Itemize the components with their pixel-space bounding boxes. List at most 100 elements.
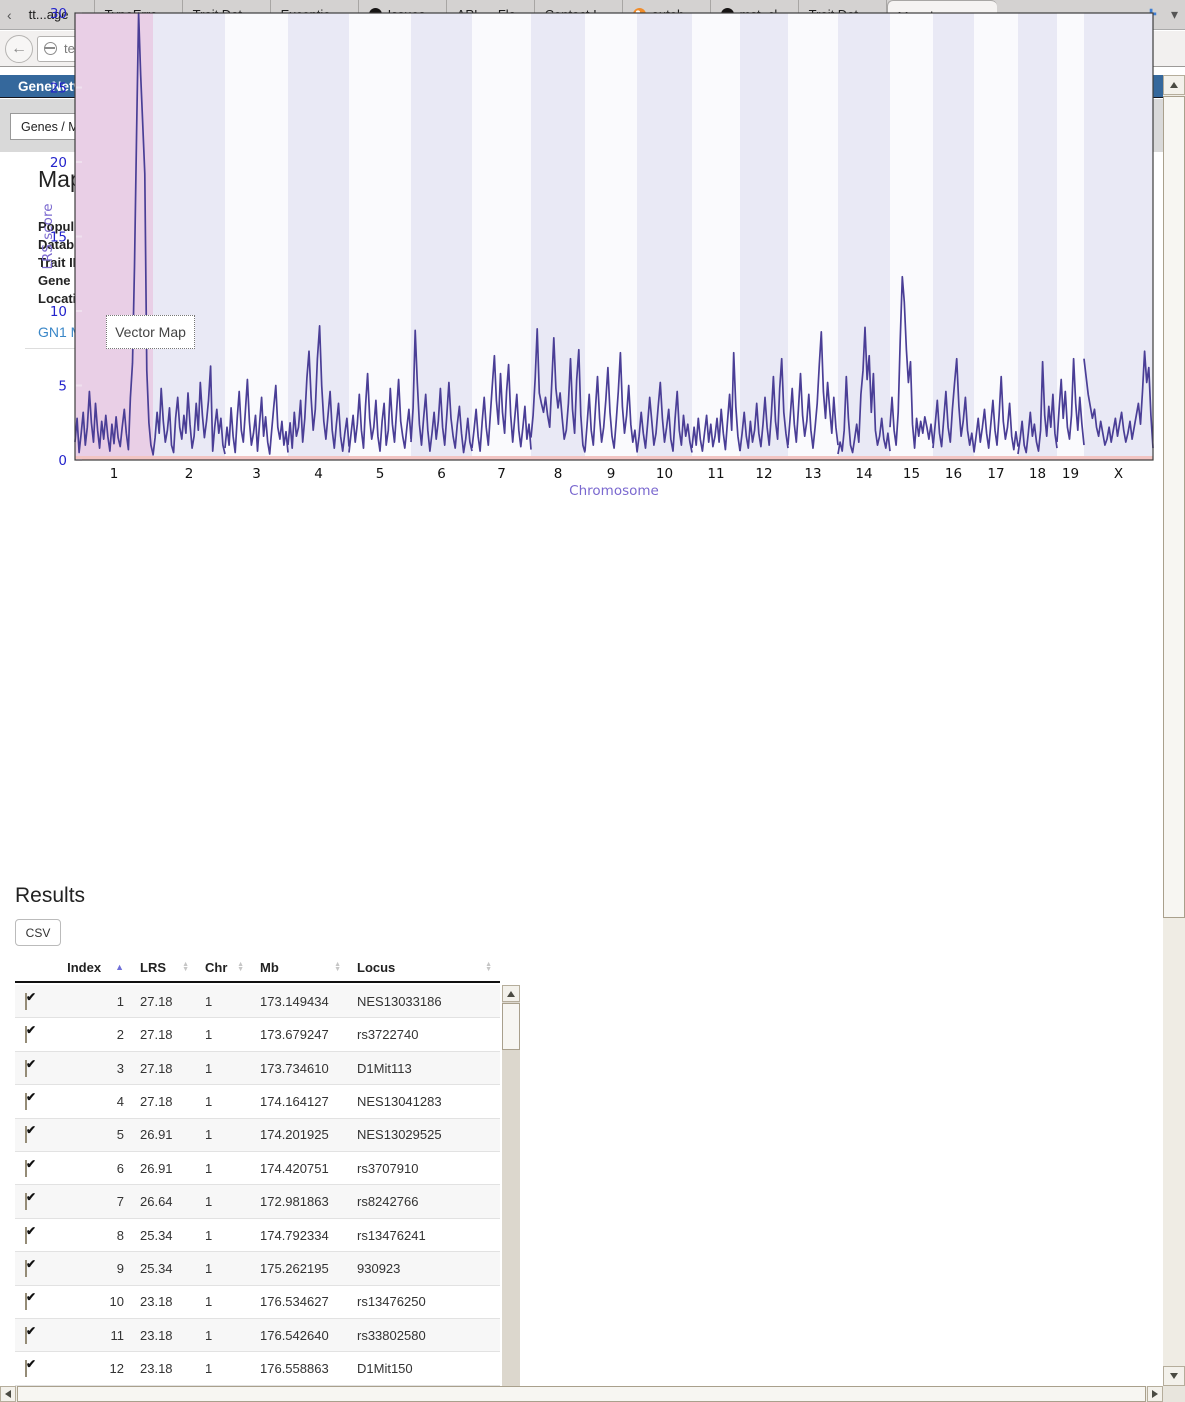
cell-index: 12 [65, 1361, 132, 1376]
row-checkbox[interactable] [25, 1360, 27, 1377]
sort-ascending-icon[interactable]: ▲ [115, 962, 124, 972]
genome-lrs-chart[interactable]: 0510152025301234567891011121314151617181… [0, 0, 1185, 505]
y-tick-label: 5 [58, 379, 67, 395]
cell-lrs: 25.34 [132, 1261, 197, 1276]
y-tick-label: 0 [58, 453, 67, 469]
chromosome-band-3 [225, 13, 288, 460]
sort-toggle-icon[interactable]: ▲▼ [334, 962, 341, 972]
x-tick-label: 15 [903, 466, 920, 482]
column-header-locus[interactable]: Locus▲▼ [349, 960, 500, 975]
x-tick-label: 5 [376, 466, 385, 482]
x-tick-label: X [1114, 466, 1123, 482]
cell-select [15, 1294, 65, 1309]
cell-mb: 176.534627 [252, 1294, 349, 1309]
chromosome-band-4 [288, 13, 349, 460]
sort-toggle-icon[interactable]: ▲▼ [485, 962, 492, 972]
row-checkbox[interactable] [25, 1327, 27, 1344]
chromosome-band-17 [974, 13, 1018, 460]
table-scrollbar-thumb[interactable] [502, 1003, 520, 1050]
cell-index: 1 [65, 994, 132, 1009]
page-scroll-down-icon[interactable] [1163, 1366, 1185, 1386]
table-row: 726.641172.981863rs8242766 [15, 1185, 500, 1218]
cell-index: 6 [65, 1161, 132, 1176]
table-row: 1123.181176.542640rs33802580 [15, 1319, 500, 1352]
table-row: 626.911174.420751rs3707910 [15, 1152, 500, 1185]
x-tick-label: 16 [945, 466, 962, 482]
cell-select [15, 1194, 65, 1209]
row-checkbox[interactable] [25, 1126, 27, 1143]
cell-locus: rs3707910 [349, 1161, 500, 1176]
x-tick-label: 3 [252, 466, 261, 482]
sort-toggle-icon[interactable]: ▲▼ [182, 962, 189, 972]
cell-mb: 176.542640 [252, 1328, 349, 1343]
row-checkbox[interactable] [25, 1193, 27, 1210]
row-checkbox[interactable] [25, 1227, 27, 1244]
cell-mb: 174.792334 [252, 1228, 349, 1243]
column-header-index[interactable]: Index▲ [65, 960, 132, 975]
cell-index: 2 [65, 1027, 132, 1042]
cell-locus: rs8242766 [349, 1194, 500, 1209]
x-tick-label: 17 [987, 466, 1004, 482]
results-table-body: 127.181173.149434NES13033186227.181173.6… [15, 985, 500, 1386]
page-horizontal-scrollbar-thumb[interactable] [17, 1386, 1146, 1402]
table-row: 127.181173.149434NES13033186 [15, 985, 500, 1018]
cell-locus: rs33802580 [349, 1328, 500, 1343]
cell-index: 9 [65, 1261, 132, 1276]
page-scroll-right-icon[interactable] [1147, 1386, 1163, 1402]
column-header-chr[interactable]: Chr▲▼ [197, 960, 252, 975]
row-checkbox[interactable] [25, 1026, 27, 1043]
x-tick-label: 12 [755, 466, 772, 482]
table-row: 227.181173.679247rs3722740 [15, 1018, 500, 1051]
table-row: 526.911174.201925NES13029525 [15, 1119, 500, 1152]
row-checkbox[interactable] [25, 1160, 27, 1177]
sort-toggle-icon[interactable]: ▲▼ [237, 962, 244, 972]
scrollbar-corner [1163, 1386, 1185, 1402]
cell-locus: rs3722740 [349, 1027, 500, 1042]
row-checkbox[interactable] [25, 993, 27, 1010]
y-tick-label: 25 [50, 81, 67, 97]
page-vertical-scrollbar-thumb[interactable] [1163, 96, 1185, 918]
x-tick-label: 2 [185, 466, 194, 482]
x-tick-label: 19 [1062, 466, 1079, 482]
cell-chr: 1 [197, 1294, 252, 1309]
y-tick-label: 10 [50, 304, 67, 320]
row-checkbox[interactable] [25, 1293, 27, 1310]
cell-index: 4 [65, 1094, 132, 1109]
cell-select [15, 1161, 65, 1176]
cell-index: 7 [65, 1194, 132, 1209]
cell-chr: 1 [197, 1094, 252, 1109]
x-tick-label: 11 [707, 466, 724, 482]
x-tick-label: 13 [804, 466, 821, 482]
tab-vector-map[interactable]: Vector Map [106, 315, 195, 349]
chromosome-band-12 [740, 13, 788, 460]
page-scroll-left-icon[interactable] [0, 1386, 16, 1402]
column-header-lrs[interactable]: LRS▲▼ [132, 960, 197, 975]
cell-locus: D1Mit113 [349, 1061, 500, 1076]
cell-lrs: 27.18 [132, 994, 197, 1009]
cell-select [15, 1328, 65, 1343]
cell-lrs: 23.18 [132, 1294, 197, 1309]
row-checkbox[interactable] [25, 1260, 27, 1277]
page-scroll-up-icon[interactable] [1163, 75, 1185, 95]
cell-chr: 1 [197, 1027, 252, 1042]
cell-index: 11 [65, 1328, 132, 1343]
cell-locus: rs13476241 [349, 1228, 500, 1243]
csv-export-button[interactable]: CSV [15, 919, 61, 946]
chromosome-band-18 [1018, 13, 1057, 460]
chromosome-band-5 [349, 13, 411, 460]
row-checkbox[interactable] [25, 1060, 27, 1077]
chromosome-band-2 [153, 13, 225, 460]
row-checkbox[interactable] [25, 1093, 27, 1110]
cell-locus: NES13033186 [349, 994, 500, 1009]
table-row: 1023.181176.534627rs13476250 [15, 1286, 500, 1319]
table-row: 327.181173.734610D1Mit113 [15, 1052, 500, 1085]
table-scroll-up-icon[interactable] [502, 985, 520, 1002]
cell-mb: 174.201925 [252, 1127, 349, 1142]
cell-mb: 173.149434 [252, 994, 349, 1009]
cell-index: 3 [65, 1061, 132, 1076]
cell-select [15, 1228, 65, 1243]
x-tick-label: 18 [1029, 466, 1046, 482]
cell-chr: 1 [197, 1261, 252, 1276]
column-header-mb[interactable]: Mb▲▼ [252, 960, 349, 975]
x-tick-label: 1 [110, 466, 119, 482]
